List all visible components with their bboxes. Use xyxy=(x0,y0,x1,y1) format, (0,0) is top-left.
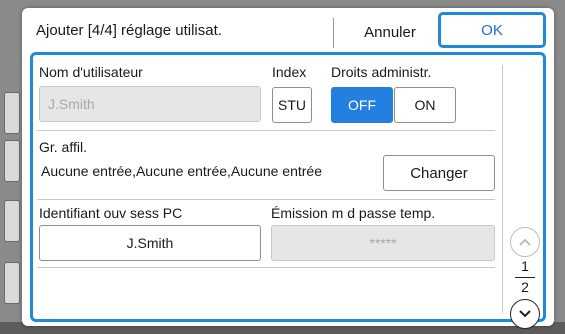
background-tab xyxy=(4,92,20,134)
add-user-dialog: Ajouter [4/4] réglage utilisat. Annuler … xyxy=(22,8,554,329)
chevron-up-icon xyxy=(519,238,531,246)
username-value: J.Smith xyxy=(48,96,95,112)
settings-panel: Nom d'utilisateur J.Smith Index STU Droi… xyxy=(30,52,546,329)
page-total: 2 xyxy=(521,279,529,295)
pc-login-button[interactable]: J.Smith xyxy=(39,225,261,261)
scroll-divider xyxy=(502,65,503,313)
row-divider xyxy=(37,130,495,131)
admin-rights-label: Droits administr. xyxy=(331,64,432,80)
chevron-down-icon xyxy=(519,310,531,318)
cancel-button[interactable]: Annuler xyxy=(340,16,440,48)
temp-password-field: ***** xyxy=(271,225,495,261)
username-label: Nom d'utilisateur xyxy=(39,64,143,80)
page-fraction-line xyxy=(515,277,535,278)
background-tab xyxy=(4,200,20,242)
index-label: Index xyxy=(272,64,307,80)
scroll-down-button[interactable] xyxy=(510,299,540,329)
index-button[interactable]: STU xyxy=(272,87,312,123)
dialog-title: Ajouter [4/4] réglage utilisat. xyxy=(36,22,222,39)
header-divider xyxy=(333,18,334,48)
temp-password-value: ***** xyxy=(369,235,397,251)
background-tab xyxy=(4,262,20,304)
group-value: Aucune entrée,Aucune entrée,Aucune entré… xyxy=(41,163,322,179)
page-current: 1 xyxy=(521,258,529,274)
pc-login-label: Identifiant ouv sess PC xyxy=(39,205,183,221)
temp-password-label: Émission m d passe temp. xyxy=(271,205,436,221)
background-tab xyxy=(4,140,20,182)
ok-button[interactable]: OK xyxy=(438,12,546,48)
row-divider xyxy=(37,199,495,200)
scroll-up-button[interactable] xyxy=(510,227,540,257)
admin-off-button[interactable]: OFF xyxy=(331,87,393,123)
row-divider xyxy=(37,267,495,268)
group-label: Gr. affil. xyxy=(39,139,87,155)
admin-on-button[interactable]: ON xyxy=(394,87,456,123)
change-group-button[interactable]: Changer xyxy=(383,155,495,191)
username-field: J.Smith xyxy=(39,86,261,122)
